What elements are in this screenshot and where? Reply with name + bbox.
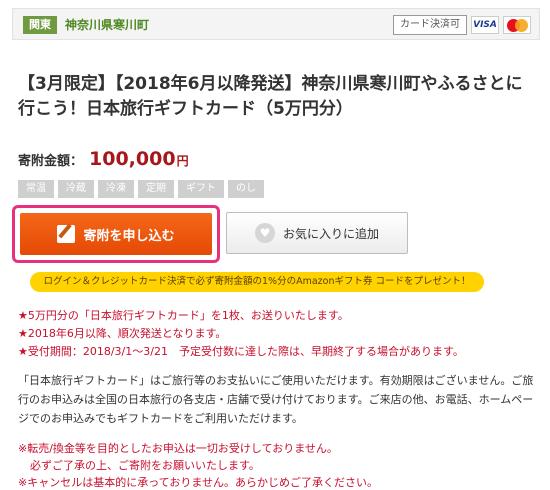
tag-noshi: のし: [228, 180, 264, 198]
donate-button-highlight: 寄附を申し込む: [12, 205, 220, 263]
warning-line: 必ずご了承の上、ご寄附をお願いいたします。: [30, 459, 260, 472]
delivery-tags: 常温 冷蔵 冷凍 定期 ギフト のし: [18, 180, 264, 198]
region-badge[interactable]: 関東: [23, 16, 57, 34]
note-line: ★2018年6月以降、順次発送となります。: [18, 327, 227, 340]
tag-subscription: 定期: [138, 180, 174, 198]
pen-icon: [57, 225, 76, 243]
note-line: ★受付期間：2018/3/1〜3/21 予定受付数に達した際は、早期終了する場合…: [18, 345, 464, 358]
price-unit: 円: [176, 154, 189, 168]
price-label: 寄附金額：: [18, 154, 84, 169]
price-row: 寄附金額： 100,000 円: [18, 148, 189, 170]
warning-line: ※キャンセルは基本的に承っておりません。あらかじめご了承ください。: [18, 476, 379, 489]
municipality-link[interactable]: 神奈川県寒川町: [65, 16, 149, 34]
tag-chilled: 冷蔵: [58, 180, 94, 198]
mastercard-icon: [503, 16, 531, 34]
shipping-notes: ★5万円分の「日本旅行ギフトカード」を1枚、お送りいたします。 ★2018年6月…: [18, 307, 464, 361]
heart-icon: ♥: [254, 223, 275, 243]
add-favorite-button[interactable]: ♥ お気に入りに追加: [226, 212, 408, 254]
add-favorite-label: お気に入りに追加: [282, 226, 379, 241]
gift-card-description: 「日本旅行ギフトカード」はご旅行等のお支払いにご使用いただけます。有効期限はござ…: [18, 374, 534, 425]
card-payment-label: カード決済可: [393, 15, 467, 35]
tag-ambient: 常温: [18, 180, 54, 198]
card-payment-info: カード決済可 VISA: [393, 14, 531, 36]
tag-frozen: 冷凍: [98, 180, 134, 198]
donate-button[interactable]: 寄附を申し込む: [20, 213, 212, 255]
visa-icon: VISA: [471, 16, 499, 34]
warning-notes: ※転売/換金等を目的としたお申込は一切お受けしておりません。 必ずご了承の上、ご…: [18, 440, 378, 490]
tag-gift: ギフト: [178, 180, 224, 198]
price-value: 100,000: [89, 148, 176, 170]
warning-line: ※転売/換金等を目的としたお申込は一切お受けしておりません。: [18, 442, 338, 455]
product-title: 【3月限定】【2018年6月以降発送】神奈川県寒川町やふるさとに行こう！日本旅行…: [18, 74, 523, 119]
amazon-promo-banner[interactable]: ログイン＆クレジットカード決済で必ず寄附金額の1%分のAmazonギフト券 コー…: [30, 272, 484, 292]
region-header-bar: 関東 神奈川県寒川町 カード決済可 VISA: [12, 8, 540, 40]
donate-button-label: 寄附を申し込む: [83, 228, 175, 244]
note-line: ★5万円分の「日本旅行ギフトカード」を1枚、お送りいたします。: [18, 309, 349, 322]
